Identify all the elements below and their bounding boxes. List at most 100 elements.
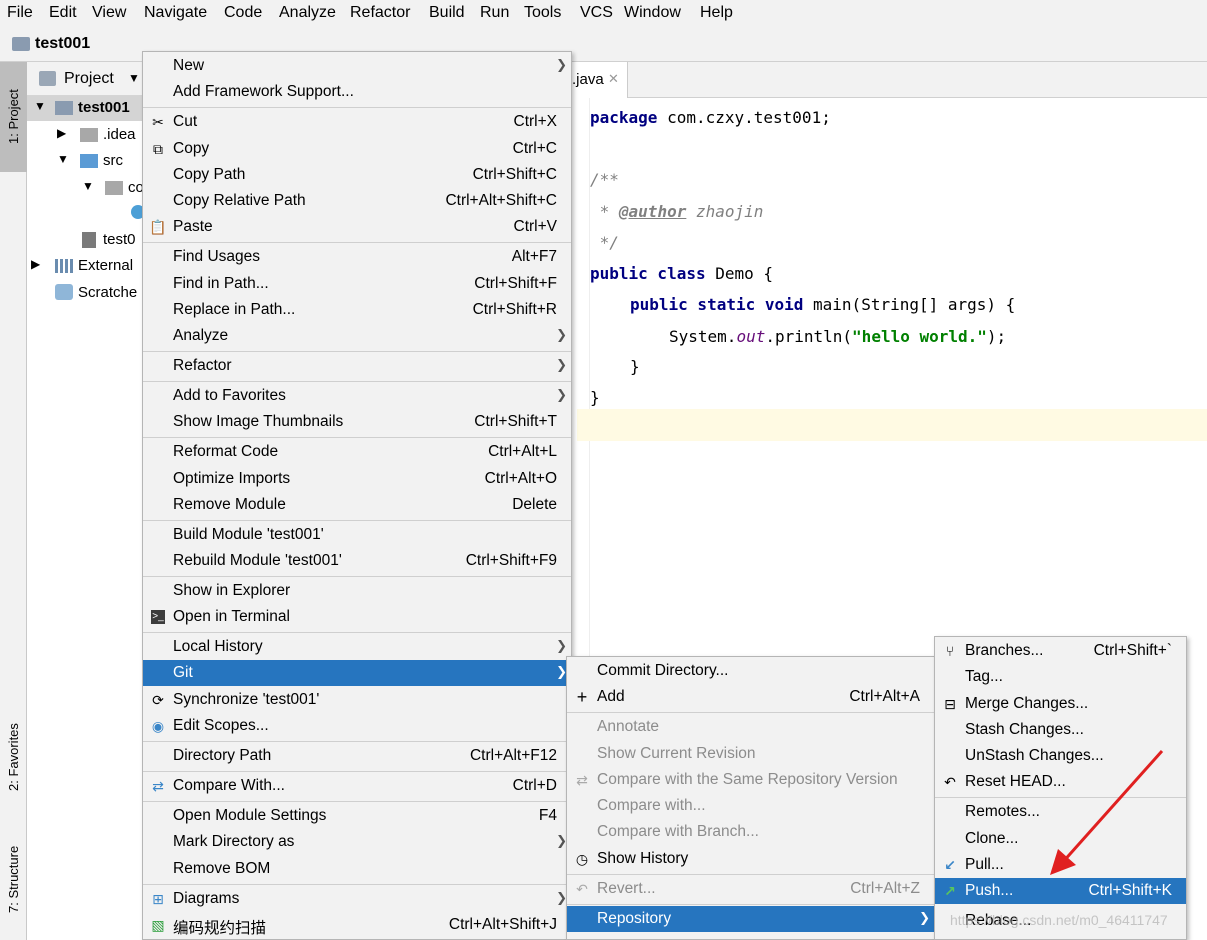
menu-item-directory-path[interactable]: Directory Path Ctrl+Alt+F12 (143, 743, 571, 769)
tab-project[interactable]: 1: Project (0, 62, 27, 172)
menu-item-code-scan[interactable]: ▧ 编码规约扫描 Ctrl+Alt+Shift+J (143, 912, 571, 938)
tree-node-test001[interactable]: test001 (78, 99, 130, 116)
menu-file[interactable]: File (7, 4, 33, 22)
menu-item-add-framework[interactable]: Add Framework Support... (143, 79, 571, 105)
close-icon[interactable]: ✕ (608, 71, 619, 87)
sync-icon: ⟳ (152, 692, 164, 708)
menu-item-revert[interactable]: ↶ Revert... Ctrl+Alt+Z (567, 876, 934, 902)
chevron-right-icon[interactable]: ▶ (57, 126, 66, 140)
separator (143, 381, 571, 382)
tree-node-external[interactable]: External (78, 257, 133, 274)
source-folder-icon (80, 154, 98, 168)
menu-item-show-history[interactable]: ◷ Show History (567, 846, 934, 872)
menu-item-copy-relative-path[interactable]: Copy Relative Path Ctrl+Alt+Shift+C (143, 188, 571, 214)
menu-build[interactable]: Build (429, 4, 465, 22)
menu-help[interactable]: Help (700, 4, 733, 22)
menu-item-refactor[interactable]: Refactor ❯ (143, 353, 571, 379)
menu-item-find-in-path[interactable]: Find in Path... Ctrl+Shift+F (143, 271, 571, 297)
menu-item-mark-directory-as[interactable]: Mark Directory as ❯ (143, 829, 571, 855)
menu-analyze[interactable]: Analyze (279, 4, 336, 22)
chevron-down-icon[interactable]: ▼ (57, 152, 69, 166)
code-text: Demo { (705, 264, 774, 283)
code-text: ); (986, 327, 1007, 346)
menu-item-build-module[interactable]: Build Module 'test001' (143, 522, 571, 548)
menu-tools[interactable]: Tools (524, 4, 561, 22)
menu-item-push[interactable]: ↗ Push... Ctrl+Shift+K (935, 878, 1186, 904)
menu-item-open-in-terminal[interactable]: >_ Open in Terminal (143, 604, 571, 630)
chevron-right-icon: ❯ (556, 357, 567, 372)
keyword: public static void (630, 295, 804, 314)
menu-window[interactable]: Window (624, 4, 681, 22)
menu-item-local-history[interactable]: Local History ❯ (143, 634, 571, 660)
tree-node-scratches[interactable]: Scratche (78, 284, 137, 301)
menu-item-reformat-code[interactable]: Reformat Code Ctrl+Alt+L (143, 439, 571, 465)
menu-item-show-image-thumbnails[interactable]: Show Image Thumbnails Ctrl+Shift+T (143, 409, 571, 435)
menu-item-branches[interactable]: ⑂ Branches... Ctrl+Shift+` (935, 638, 1186, 664)
menu-item-edit-scopes[interactable]: ◉ Edit Scopes... (143, 713, 571, 739)
tree-node-src[interactable]: src (103, 152, 123, 169)
separator (567, 874, 934, 875)
module-icon (55, 101, 73, 115)
chevron-right-icon: ❯ (556, 57, 567, 72)
breadcrumb-project[interactable]: test001 (35, 35, 90, 53)
tree-node-idea[interactable]: .idea (103, 126, 136, 143)
static-field: out (736, 327, 766, 346)
menu-item-open-module-settings[interactable]: Open Module Settings F4 (143, 803, 571, 829)
menu-refactor[interactable]: Refactor (350, 4, 410, 22)
chevron-right-icon: ❯ (556, 387, 567, 402)
code-line-4: */ (590, 233, 619, 252)
menu-item-add-to-favorites[interactable]: Add to Favorites ❯ (143, 383, 571, 409)
git-submenu: Commit Directory... + Add Ctrl+Alt+A Annot… (566, 656, 935, 940)
separator (143, 801, 571, 802)
menu-item-remove-bom[interactable]: Remove BOM (143, 856, 571, 882)
menu-item-compare-with[interactable]: ⇄ Compare With... Ctrl+D (143, 773, 571, 799)
chevron-right-icon[interactable]: ▶ (31, 257, 40, 271)
menu-item-replace-in-path[interactable]: Replace in Path... Ctrl+Shift+R (143, 297, 571, 323)
menu-navigate[interactable]: Navigate (144, 4, 207, 22)
compare-icon: ⇄ (576, 772, 588, 788)
menu-item-compare-with[interactable]: Compare with... (567, 793, 934, 819)
project-view-selector[interactable]: Project (64, 70, 114, 88)
tab-label: .java (572, 71, 604, 88)
menu-item-git[interactable]: Git ❯ (143, 660, 571, 686)
tab-structure[interactable]: 7: Structure (0, 827, 27, 932)
menu-item-compare-with-branch[interactable]: Compare with Branch... (567, 819, 934, 845)
menu-item-optimize-imports[interactable]: Optimize Imports Ctrl+Alt+O (143, 466, 571, 492)
menu-item-cut[interactable]: ✂ Cut Ctrl+X (143, 109, 571, 135)
separator (143, 576, 571, 577)
menu-item-merge-changes[interactable]: ⊟ Merge Changes... (935, 691, 1186, 717)
tree-node-test0[interactable]: test0 (103, 231, 136, 248)
menu-item-show-current-revision[interactable]: Show Current Revision (567, 741, 934, 767)
menu-item-synchronize[interactable]: ⟳ Synchronize 'test001' (143, 687, 571, 713)
menu-item-diagrams[interactable]: ⊞ Diagrams ❯ (143, 886, 571, 912)
chevron-down-icon[interactable]: ▼ (128, 71, 140, 85)
menu-item-paste[interactable]: 📋 Paste Ctrl+V (143, 214, 571, 240)
menu-run[interactable]: Run (480, 4, 509, 22)
paste-icon: 📋 (149, 219, 167, 235)
menu-vcs[interactable]: VCS (580, 4, 613, 22)
menu-item-copy[interactable]: ⧉ Copy Ctrl+C (143, 136, 571, 162)
menu-code[interactable]: Code (224, 4, 262, 22)
menu-item-show-in-explorer[interactable]: Show in Explorer (143, 578, 571, 604)
menu-item-tag[interactable]: Tag... (935, 664, 1186, 690)
chevron-down-icon[interactable]: ▼ (34, 99, 46, 113)
menu-item-rebuild-module[interactable]: Rebuild Module 'test001' Ctrl+Shift+F9 (143, 548, 571, 574)
menu-item-compare-same-repo[interactable]: ⇄ Compare with the Same Repository Versio… (567, 767, 934, 793)
menu-view[interactable]: View (92, 4, 126, 22)
clock-icon: ◷ (575, 851, 589, 867)
left-tool-strip: 1: Project 2: Favorites 7: Structure (0, 62, 27, 940)
menu-item-analyze[interactable]: Analyze ❯ (143, 323, 571, 349)
menu-item-remove-module[interactable]: Remove Module Delete (143, 492, 571, 518)
menu-item-find-usages[interactable]: Find Usages Alt+F7 (143, 244, 571, 270)
menu-edit[interactable]: Edit (49, 4, 77, 22)
menu-item-commit-directory[interactable]: Commit Directory... (567, 658, 934, 684)
menu-item-annotate[interactable]: Annotate (567, 714, 934, 740)
menu-item-copy-path[interactable]: Copy Path Ctrl+Shift+C (143, 162, 571, 188)
editor-tab-active[interactable]: .java ✕ (566, 62, 628, 98)
menu-item-new[interactable]: New ❯ (143, 53, 571, 79)
menu-item-stash-changes[interactable]: Stash Changes... (935, 717, 1186, 743)
chevron-down-icon[interactable]: ▼ (82, 179, 94, 193)
menu-item-repository[interactable]: Repository ❯ (567, 906, 934, 932)
tab-favorites[interactable]: 2: Favorites (0, 702, 27, 812)
menu-item-add[interactable]: + Add Ctrl+Alt+A (567, 684, 934, 710)
